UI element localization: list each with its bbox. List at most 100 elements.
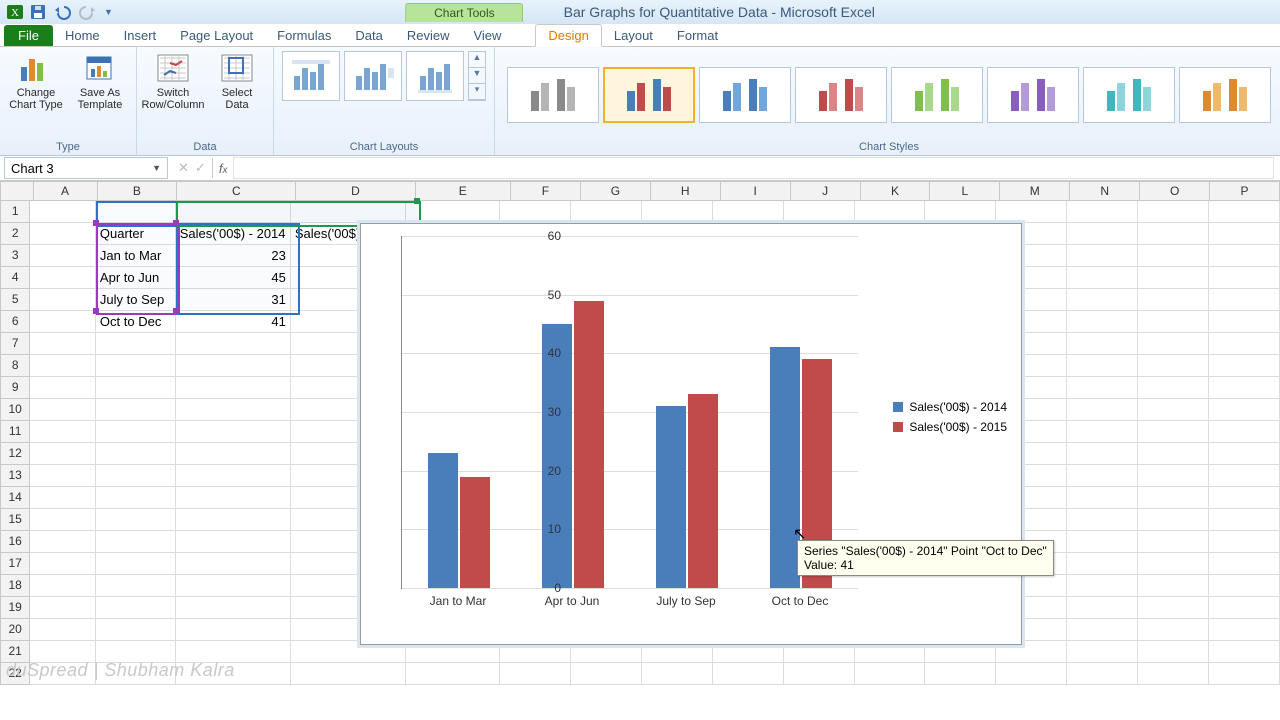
cell-B1[interactable]	[96, 201, 176, 223]
row-header-9[interactable]: 9	[0, 377, 30, 399]
col-header-F[interactable]: F	[511, 181, 581, 201]
cell-C8[interactable]	[176, 355, 291, 377]
cell-O21[interactable]	[1138, 641, 1209, 663]
cell-N18[interactable]	[1067, 575, 1138, 597]
cell-P8[interactable]	[1209, 355, 1280, 377]
cell-A12[interactable]	[30, 443, 96, 465]
bar-Sales-00-2014-3[interactable]	[770, 347, 800, 588]
col-header-C[interactable]: C	[177, 181, 296, 201]
col-header-J[interactable]: J	[791, 181, 861, 201]
cell-P4[interactable]	[1209, 267, 1280, 289]
formula-input[interactable]	[233, 157, 1274, 179]
tab-page-layout[interactable]: Page Layout	[168, 25, 265, 46]
bar-Sales-00-2014-2[interactable]	[656, 406, 686, 588]
row-header-2[interactable]: 2	[0, 223, 30, 245]
cell-A16[interactable]	[30, 531, 96, 553]
cell-M1[interactable]	[996, 201, 1067, 223]
tab-review[interactable]: Review	[395, 25, 462, 46]
cell-B5[interactable]: July to Sep	[96, 289, 176, 311]
col-header-P[interactable]: P	[1210, 181, 1280, 201]
chart-style-6[interactable]	[987, 67, 1079, 123]
cell-H22[interactable]	[642, 663, 713, 685]
chart-style-7[interactable]	[1083, 67, 1175, 123]
cell-A21[interactable]	[30, 641, 96, 663]
cell-N16[interactable]	[1067, 531, 1138, 553]
cell-G22[interactable]	[571, 663, 642, 685]
cell-P16[interactable]	[1209, 531, 1280, 553]
save-as-template-button[interactable]: Save As Template	[72, 51, 128, 111]
chart-plot-area[interactable]	[401, 236, 858, 589]
cell-P10[interactable]	[1209, 399, 1280, 421]
bar-Sales-00-2015-1[interactable]	[574, 301, 604, 588]
cell-C17[interactable]	[176, 553, 291, 575]
cell-B6[interactable]: Oct to Dec	[96, 311, 176, 333]
col-header-L[interactable]: L	[930, 181, 1000, 201]
cell-N8[interactable]	[1067, 355, 1138, 377]
cell-C19[interactable]	[176, 597, 291, 619]
row-header-16[interactable]: 16	[0, 531, 30, 553]
select-all-corner[interactable]	[0, 181, 34, 201]
undo-icon[interactable]	[52, 4, 72, 20]
row-header-6[interactable]: 6	[0, 311, 30, 333]
bar-Sales-00-2014-0[interactable]	[428, 453, 458, 588]
cell-C18[interactable]	[176, 575, 291, 597]
bar-Sales-00-2015-0[interactable]	[460, 477, 490, 588]
cell-P2[interactable]	[1209, 223, 1280, 245]
chart-style-5[interactable]	[891, 67, 983, 123]
cell-C11[interactable]	[176, 421, 291, 443]
cell-A3[interactable]	[30, 245, 96, 267]
cell-O7[interactable]	[1138, 333, 1209, 355]
cell-N5[interactable]	[1067, 289, 1138, 311]
cell-O4[interactable]	[1138, 267, 1209, 289]
save-icon[interactable]	[30, 4, 46, 20]
cell-P9[interactable]	[1209, 377, 1280, 399]
cell-I22[interactable]	[713, 663, 784, 685]
cell-N1[interactable]	[1067, 201, 1138, 223]
cell-N9[interactable]	[1067, 377, 1138, 399]
change-chart-type-button[interactable]: Change Chart Type	[8, 51, 64, 111]
name-box-dropdown-icon[interactable]: ▼	[152, 163, 161, 173]
cell-N19[interactable]	[1067, 597, 1138, 619]
cell-B12[interactable]	[96, 443, 176, 465]
cell-B8[interactable]	[96, 355, 176, 377]
cell-B18[interactable]	[96, 575, 176, 597]
cell-B3[interactable]: Jan to Mar	[96, 245, 176, 267]
row-header-10[interactable]: 10	[0, 399, 30, 421]
cell-J22[interactable]	[784, 663, 855, 685]
redo-icon[interactable]	[78, 4, 98, 20]
cell-O19[interactable]	[1138, 597, 1209, 619]
cell-O12[interactable]	[1138, 443, 1209, 465]
cell-N4[interactable]	[1067, 267, 1138, 289]
cell-A15[interactable]	[30, 509, 96, 531]
worksheet[interactable]: ABCDEFGHIJKLMNOP 12QuarterSales('00$) - …	[0, 181, 1280, 685]
cell-K1[interactable]	[855, 201, 926, 223]
cell-B21[interactable]	[96, 641, 176, 663]
cell-O11[interactable]	[1138, 421, 1209, 443]
cell-P18[interactable]	[1209, 575, 1280, 597]
cell-A2[interactable]	[30, 223, 96, 245]
cell-N11[interactable]	[1067, 421, 1138, 443]
col-header-N[interactable]: N	[1070, 181, 1140, 201]
row-header-15[interactable]: 15	[0, 509, 30, 531]
row-header-20[interactable]: 20	[0, 619, 30, 641]
row-header-19[interactable]: 19	[0, 597, 30, 619]
cell-N12[interactable]	[1067, 443, 1138, 465]
tab-design[interactable]: Design	[535, 24, 601, 47]
cell-C21[interactable]	[176, 641, 291, 663]
chart-layouts-scroller[interactable]: ▲▼▾	[468, 51, 486, 101]
cell-O20[interactable]	[1138, 619, 1209, 641]
cell-N7[interactable]	[1067, 333, 1138, 355]
col-header-K[interactable]: K	[861, 181, 931, 201]
cell-A14[interactable]	[30, 487, 96, 509]
row-header-21[interactable]: 21	[0, 641, 30, 663]
cell-O17[interactable]	[1138, 553, 1209, 575]
cell-P22[interactable]	[1209, 663, 1280, 685]
cell-C6[interactable]: 41	[176, 311, 291, 333]
cell-A10[interactable]	[30, 399, 96, 421]
cell-N6[interactable]	[1067, 311, 1138, 333]
cell-A17[interactable]	[30, 553, 96, 575]
row-header-11[interactable]: 11	[0, 421, 30, 443]
cell-P3[interactable]	[1209, 245, 1280, 267]
row-header-22[interactable]: 22	[0, 663, 30, 685]
cell-C15[interactable]	[176, 509, 291, 531]
